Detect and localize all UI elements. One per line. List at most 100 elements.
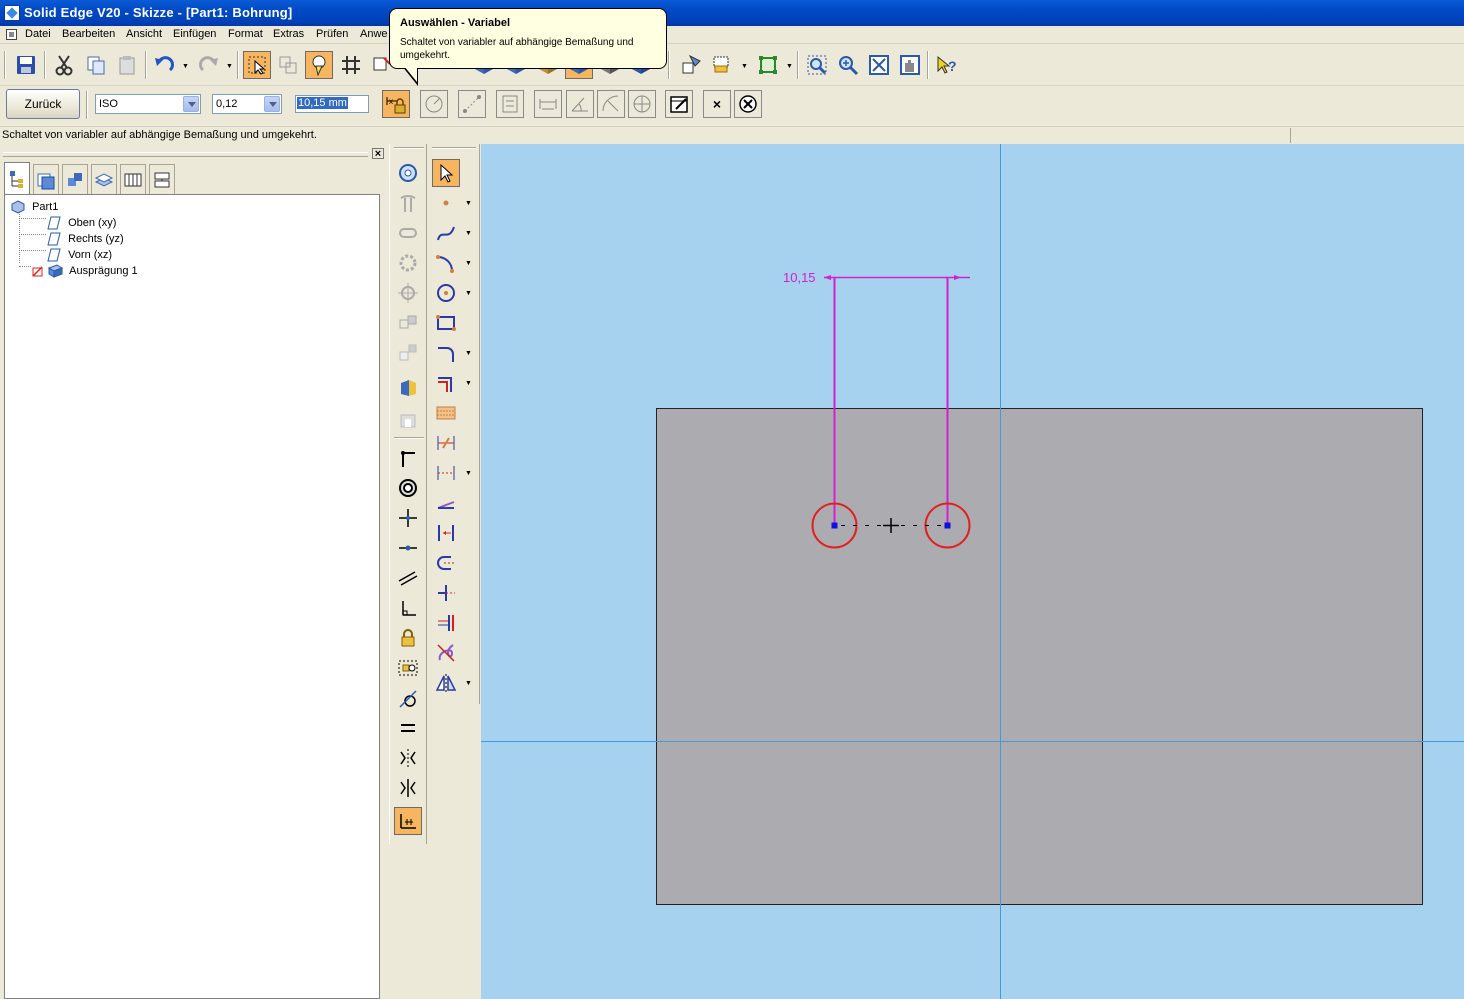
menu-einfuegen[interactable]: Einfügen xyxy=(173,28,216,40)
symmetric-button[interactable] xyxy=(394,744,422,772)
select-tool-button[interactable] xyxy=(243,51,271,79)
intersect-button[interactable] xyxy=(394,504,422,532)
redo-button[interactable] xyxy=(195,51,223,79)
pattern-button[interactable] xyxy=(394,309,422,337)
toggle-variable-button[interactable]: x xyxy=(382,90,410,118)
tree-item-plane-front[interactable]: Vorn (xz) xyxy=(47,248,112,262)
standard-select[interactable]: ISO xyxy=(95,94,201,114)
gear-feature-button[interactable] xyxy=(394,249,422,277)
zoom-area-button[interactable] xyxy=(803,51,831,79)
undo-button[interactable] xyxy=(150,51,178,79)
pan-button[interactable] xyxy=(896,51,924,79)
fit-all-button[interactable] xyxy=(865,51,893,79)
offset-button[interactable] xyxy=(432,369,460,397)
save-button[interactable] xyxy=(12,51,40,79)
center-mark-button[interactable] xyxy=(394,279,422,307)
menu-pruefen[interactable]: Prüfen xyxy=(316,28,348,40)
offset-dropdown-icon[interactable]: ▼ xyxy=(465,380,472,387)
select-tool-vertical-button[interactable] xyxy=(432,159,460,187)
fillet-dropdown-icon[interactable]: ▼ xyxy=(465,350,472,357)
tab-engineering-reference[interactable] xyxy=(149,164,175,194)
tree-item-plane-right[interactable]: Rechts (yz) xyxy=(47,232,124,246)
circle-button[interactable] xyxy=(432,279,460,307)
smart-select-button[interactable] xyxy=(305,51,333,79)
undo-dropdown-icon[interactable]: ▼ xyxy=(182,63,189,70)
tab-layers-stack[interactable] xyxy=(91,164,117,194)
relationship-dropdown-icon[interactable]: ▼ xyxy=(741,63,748,70)
panel-close-button[interactable]: × xyxy=(372,148,384,160)
toolbar-grip[interactable] xyxy=(394,147,424,149)
cancel-button[interactable]: × xyxy=(703,90,731,118)
dimension-aligned-button[interactable] xyxy=(458,90,486,118)
perpendicular-button[interactable] xyxy=(394,594,422,622)
curve-button[interactable] xyxy=(432,219,460,247)
tab-sensors[interactable] xyxy=(120,164,146,194)
dimension-diameter-button[interactable] xyxy=(628,90,656,118)
distance-between-button[interactable] xyxy=(432,459,460,487)
menu-datei[interactable]: Datei xyxy=(25,28,51,40)
slot-button[interactable] xyxy=(394,219,422,247)
point-button[interactable] xyxy=(432,189,460,217)
menu-extras[interactable]: Extras xyxy=(273,28,304,40)
copy-button[interactable] xyxy=(82,51,110,79)
mirror-dropdown-icon[interactable]: ▼ xyxy=(465,680,472,687)
connect-button[interactable] xyxy=(394,444,422,472)
parallel-button[interactable] xyxy=(394,564,422,592)
redo-dropdown-icon[interactable]: ▼ xyxy=(226,63,233,70)
rectangle-button[interactable] xyxy=(432,309,460,337)
point-dropdown-icon[interactable]: ▼ xyxy=(465,200,472,207)
dimension-radial-button[interactable] xyxy=(420,90,448,118)
dimension-horizontal-button[interactable] xyxy=(534,90,562,118)
equal-button[interactable] xyxy=(394,714,422,742)
grid-button[interactable] xyxy=(337,51,365,79)
tree-item-plane-top[interactable]: Oben (xy) xyxy=(47,216,116,230)
draft-button[interactable] xyxy=(394,374,422,402)
fill-button[interactable] xyxy=(432,399,460,427)
app-icon[interactable] xyxy=(4,5,20,21)
sketch-view-button[interactable] xyxy=(677,51,705,79)
menu-format[interactable]: Format xyxy=(228,28,263,40)
chevron-down-icon[interactable] xyxy=(264,96,280,112)
curve-dropdown-icon[interactable]: ▼ xyxy=(465,230,472,237)
angular-coordinate-button[interactable] xyxy=(432,579,460,607)
properties-button[interactable] xyxy=(665,90,693,118)
tangent-button[interactable] xyxy=(394,684,422,712)
paste-button[interactable] xyxy=(113,51,141,79)
toolbar-grip[interactable] xyxy=(432,147,476,149)
tab-layers[interactable] xyxy=(33,164,59,194)
parallel-distance-button[interactable] xyxy=(432,609,460,637)
thin-wall-button[interactable] xyxy=(394,406,422,434)
coordinate-dimension-button[interactable] xyxy=(432,519,460,547)
zoom-button[interactable] xyxy=(834,51,862,79)
arc-dropdown-icon[interactable]: ▼ xyxy=(465,260,472,267)
tolerance-select[interactable]: 0,12 xyxy=(212,94,282,114)
mirror-button[interactable] xyxy=(432,669,460,697)
menu-ansicht[interactable]: Ansicht xyxy=(126,28,162,40)
dimension-angle-button[interactable] xyxy=(566,90,594,118)
tab-feature-pathfinder[interactable] xyxy=(4,162,30,195)
tree-item-part1[interactable]: Part1 xyxy=(11,200,58,214)
distance-dropdown-icon[interactable]: ▼ xyxy=(465,470,472,477)
rigid-set-button[interactable] xyxy=(394,654,422,682)
symmetry-axis-button[interactable] xyxy=(394,774,422,802)
cut-button[interactable] xyxy=(50,51,78,79)
document-menu-icon[interactable] xyxy=(6,29,17,40)
tab-family[interactable] xyxy=(62,164,88,194)
dimension-radius-button[interactable] xyxy=(597,90,625,118)
menu-anwendungen[interactable]: Anwe xyxy=(360,28,388,40)
dimension-value-input[interactable]: 10,15 mm xyxy=(295,95,369,113)
close-circle-button[interactable] xyxy=(734,90,762,118)
angle-between-button[interactable] xyxy=(432,489,460,517)
select-group-button[interactable] xyxy=(274,51,302,79)
relationship-handles-button[interactable] xyxy=(394,807,422,835)
trim-button[interactable] xyxy=(432,639,460,667)
symmetric-diameter-button[interactable] xyxy=(432,549,460,577)
back-button[interactable]: Zurück xyxy=(6,89,80,119)
menu-bearbeiten[interactable]: Bearbeiten xyxy=(62,28,115,40)
thread-button[interactable] xyxy=(394,189,422,217)
hole-button[interactable] xyxy=(394,159,422,187)
panel-grip[interactable] xyxy=(3,152,368,157)
smart-dimension-button[interactable] xyxy=(432,429,460,457)
chevron-down-icon[interactable] xyxy=(183,96,199,112)
dimension-style-button[interactable] xyxy=(496,90,524,118)
